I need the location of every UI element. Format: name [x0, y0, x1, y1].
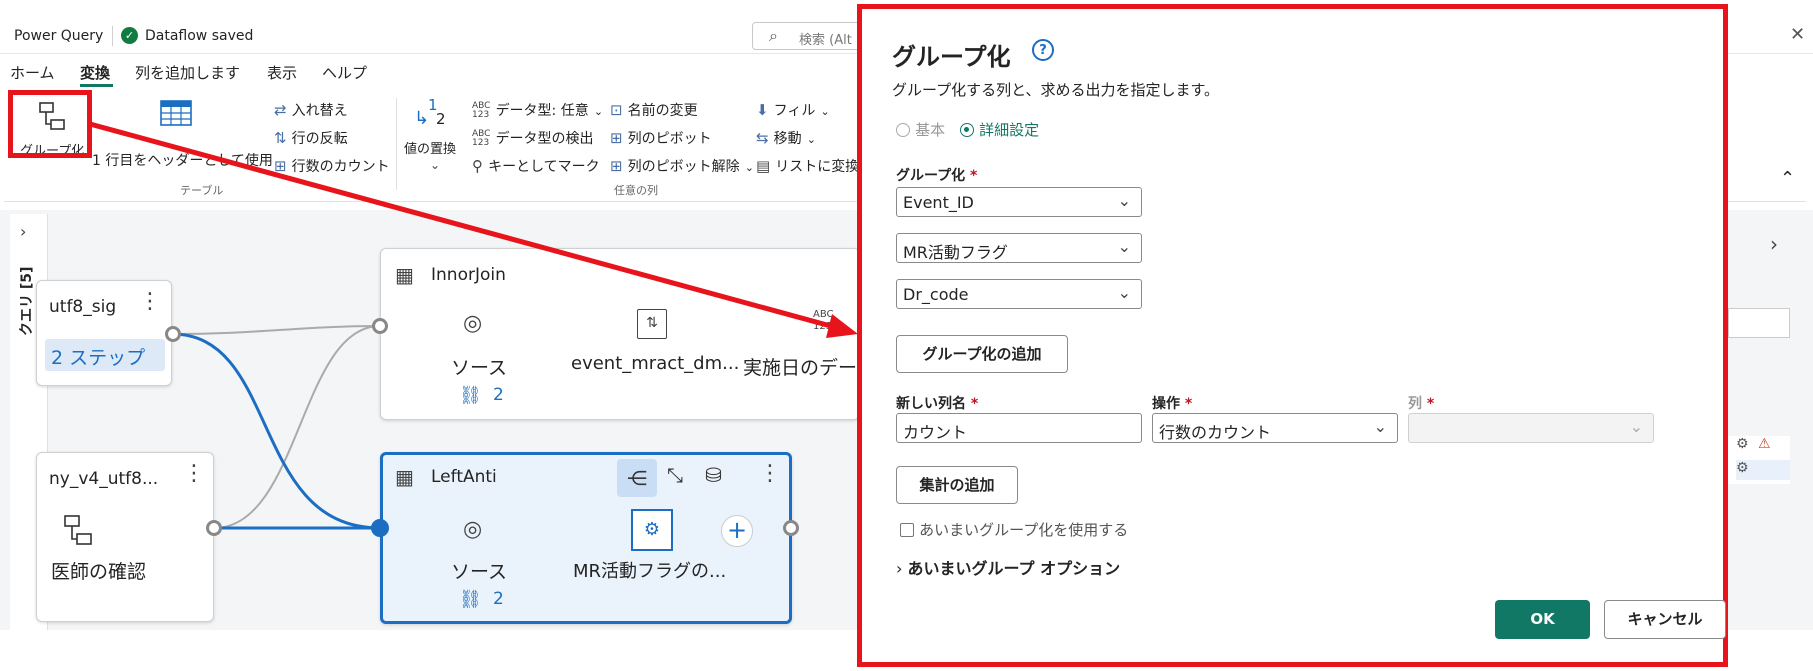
selected-step-row[interactable]: ⚙ [1736, 460, 1790, 480]
new-column-input[interactable]: カウント [896, 413, 1142, 443]
radio-advanced-label: 詳細設定 [979, 121, 1040, 139]
output-port[interactable] [206, 520, 222, 536]
table-lightning-icon: ▦ [395, 263, 414, 287]
chevron-right-icon: › [896, 559, 903, 578]
column-dropdown[interactable]: ⌄ [1408, 413, 1654, 443]
step-label: 実施日のデー [743, 357, 858, 379]
step-label: MR活動フラグの... [573, 561, 727, 582]
more-options-icon[interactable]: ⋮ [183, 461, 205, 486]
checkbox-box [900, 522, 914, 537]
query-card-title: ny_v4_utf8... [49, 469, 159, 489]
group-by-field-1[interactable]: Event_ID ⌄ [896, 187, 1142, 217]
chevron-down-icon: ⌄ [1629, 417, 1643, 436]
query-card-title: LeftAnti [431, 467, 497, 487]
more-options-icon[interactable]: ⋮ [759, 461, 781, 486]
input-port[interactable] [372, 318, 388, 334]
step-label: ソース [451, 561, 508, 583]
collapse-icon[interactable]: ⤡ [667, 463, 683, 487]
add-grouping-button[interactable]: グループ化の追加 [896, 335, 1068, 373]
radio-basic-circle [896, 122, 910, 137]
fuzzy-options-expander[interactable]: › あいまいグループ オプション [896, 555, 1120, 579]
query-card-ny-v4[interactable]: ny_v4_utf8... ⋮ 医師の確認 [36, 452, 214, 622]
group-by-dialog: グループ化 ? グループ化する列と、求める出力を指定します。 基本 詳細設定 グ… [857, 4, 1728, 667]
step-label: event_mract_dm... [571, 353, 740, 374]
right-pane-input[interactable] [1728, 308, 1790, 338]
step-warning-icon: ⚠ [1758, 436, 1771, 452]
add-step-icon[interactable]: + [721, 515, 753, 547]
output-port[interactable] [783, 520, 799, 536]
chevron-down-icon: ⌄ [1373, 417, 1387, 436]
ok-button[interactable]: OK [1495, 600, 1590, 639]
link-icon: ⛓ [459, 385, 482, 406]
fuzzy-grouping-checkbox[interactable]: あいまいグループ化を使用する [900, 519, 1128, 540]
dialog-title: グループ化 [892, 43, 1011, 71]
step-label: ソース [451, 357, 508, 379]
merge-icon: ◎ [463, 517, 483, 542]
chevron-down-icon: ⌄ [1117, 283, 1131, 302]
chevron-down-icon: ⌄ [1117, 191, 1131, 210]
radio-advanced-circle [960, 122, 974, 137]
merge-icon: ◎ [463, 311, 483, 336]
operation-label: 操作 * [1152, 396, 1193, 412]
dialog-subtitle: グループ化する列と、求める出力を指定します。 [892, 81, 1220, 99]
group-settings-step-icon[interactable]: ⚙ [631, 509, 673, 551]
transform-step-icon: ⇅ [637, 309, 667, 339]
query-card-title: InnorJoin [431, 265, 506, 285]
add-aggregation-button[interactable]: 集計の追加 [896, 466, 1018, 504]
column-label: 列 * [1408, 396, 1435, 412]
operation-dropdown[interactable]: 行数のカウント ⌄ [1152, 413, 1398, 443]
more-options-icon[interactable]: ⋮ [139, 289, 161, 314]
group-by-field-3[interactable]: Dr_code ⌄ [896, 279, 1142, 309]
fuzzy-options-label: あいまいグループ オプション [907, 559, 1121, 578]
database-icon[interactable]: ⛁ [705, 463, 722, 487]
annotation-highlight-box [8, 90, 92, 158]
help-icon[interactable]: ? [1032, 39, 1054, 61]
radio-basic[interactable]: 基本 [896, 119, 945, 140]
applied-steps-fragment: ⚙ ⚠ ⚙ [1728, 436, 1790, 484]
new-column-label: 新しい列名 * [896, 396, 979, 412]
query-card-utf8-sig[interactable]: utf8_sig ⋮ 2 ステップ [36, 280, 172, 386]
link-count: 2 [493, 385, 504, 405]
radio-advanced[interactable]: 詳細設定 [960, 119, 1039, 140]
table-lightning-icon: ▦ [395, 465, 414, 489]
link-icon: ⛓ [459, 589, 482, 610]
chevron-down-icon: ⌄ [1117, 237, 1131, 256]
query-card-leftanti[interactable]: ▦ LeftAnti ⋲ ⤡ ⛁ ⋮ ◎ ソース ⛓ 2 ⚙ MR活動フラグの.… [380, 452, 792, 624]
cancel-button[interactable]: キャンセル [1604, 600, 1726, 639]
fuzzy-grouping-label: あいまいグループ化を使用する [919, 521, 1129, 539]
query-card-title: utf8_sig [49, 297, 117, 317]
gear-icon[interactable]: ⚙ [1736, 436, 1749, 452]
group-by-field-2[interactable]: MR活動フラグ ⌄ [896, 233, 1142, 263]
steps-count: 2 ステップ [51, 347, 146, 369]
radio-basic-label: 基本 [915, 121, 946, 139]
query-card-innorjoin[interactable]: ▦ InnorJoin ◎ ソース ⛓ 2 ⇅ event_mract_dm..… [380, 248, 860, 420]
input-port[interactable] [371, 519, 389, 537]
group-by-step-icon [64, 515, 92, 545]
steps-badge[interactable]: 2 ステップ [45, 339, 165, 371]
step-label: 医師の確認 [51, 561, 147, 583]
abc-123-icon: ABC 123 [813, 309, 834, 332]
group-by-label: グループ化 * [896, 168, 978, 184]
share-icon[interactable]: ⋲ [617, 459, 657, 497]
link-count: 2 [493, 589, 504, 609]
output-port[interactable] [165, 326, 181, 342]
gear-icon[interactable]: ⚙ [1736, 460, 1749, 476]
